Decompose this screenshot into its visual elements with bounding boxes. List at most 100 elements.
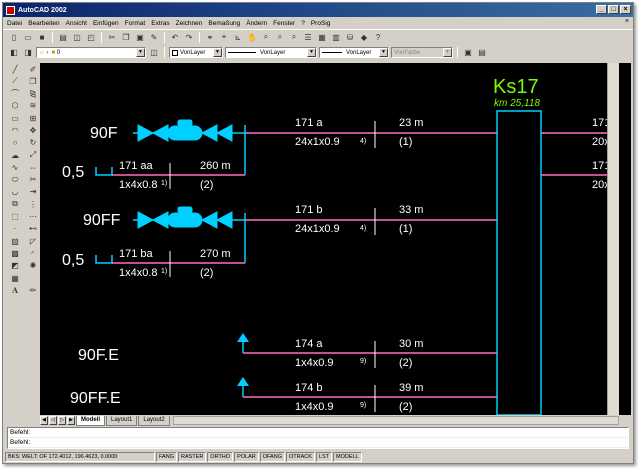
menu-help[interactable]: ? <box>301 20 305 27</box>
toggle-polar[interactable]: POLAR <box>234 452 259 462</box>
pan-icon[interactable]: ✋ <box>246 31 258 43</box>
tool-palettes-icon[interactable]: ▥ <box>330 31 342 43</box>
properties-extra-icon[interactable]: ▤ <box>476 47 488 59</box>
markup-icon[interactable]: ◆ <box>358 31 370 43</box>
gradient-icon[interactable]: ▩ <box>7 247 23 259</box>
match-properties-icon[interactable]: ✎ <box>148 31 160 43</box>
layer-select[interactable]: ☼ ◐ ■ 0 ▼ <box>36 47 146 58</box>
point-icon[interactable]: · <box>7 223 23 235</box>
scale-icon[interactable]: ⤢ <box>25 149 41 161</box>
extend-icon[interactable]: ⇥ <box>25 186 41 198</box>
join-icon[interactable]: ⊷ <box>25 223 41 235</box>
draworder-icon[interactable]: ▣ <box>462 47 474 59</box>
tab-first-button[interactable]: ◀ <box>40 416 48 425</box>
tab-next-button[interactable]: ▷ <box>58 416 66 425</box>
menu-bearbeiten[interactable]: Bearbeiten <box>28 20 59 27</box>
zoom-realtime-icon[interactable]: ⌕ <box>260 31 272 43</box>
ellipse-icon[interactable]: ⬭ <box>7 174 23 186</box>
toggle-ortho[interactable]: ORTHO <box>207 452 234 462</box>
toggle-raster[interactable]: RASTER <box>177 452 207 462</box>
zoom-window-icon[interactable]: ⌕ <box>274 31 286 43</box>
xline-icon[interactable]: ⟋ <box>7 75 23 87</box>
toggle-fang[interactable]: FANG <box>156 452 177 462</box>
zoom-previous-icon[interactable]: ⌕ <box>288 31 300 43</box>
maximize-button[interactable]: □ <box>608 5 619 14</box>
preview-icon[interactable]: ◫ <box>71 31 83 43</box>
cut-icon[interactable]: ✂ <box>106 31 118 43</box>
offset-icon[interactable]: ≋ <box>25 100 41 112</box>
mtext-icon[interactable]: A <box>7 284 23 296</box>
tab-layout1[interactable]: Layout1 <box>106 415 138 426</box>
mirror-icon[interactable]: ⧎ <box>25 88 41 100</box>
design-center-icon[interactable]: ▦ <box>316 31 328 43</box>
tab-last-button[interactable]: ▶ <box>67 416 75 425</box>
copy-icon[interactable]: ❐ <box>120 31 132 43</box>
array-icon[interactable]: ⊞ <box>25 112 41 124</box>
insert-block-icon[interactable]: ⧉ <box>7 198 23 210</box>
redo-icon[interactable]: ↷ <box>183 31 195 43</box>
paste-icon[interactable]: ▣ <box>134 31 146 43</box>
trim-icon[interactable]: ✂ <box>25 174 41 186</box>
polygon-icon[interactable]: ⬡ <box>7 100 23 112</box>
toggle-otrack[interactable]: OTRACK <box>285 452 315 462</box>
ucs-icon[interactable]: ⊾ <box>232 31 244 43</box>
make-current-layer-icon[interactable]: ◫ <box>148 47 160 59</box>
region-icon[interactable]: ◩ <box>7 260 23 272</box>
menu-aendern[interactable]: Ändern <box>246 20 267 27</box>
tab-modell[interactable]: Modell <box>76 415 105 426</box>
properties-icon[interactable]: ☰ <box>302 31 314 43</box>
tab-layout2[interactable]: Layout2 <box>138 415 170 426</box>
spline-icon[interactable]: ∿ <box>7 161 23 173</box>
rotate-icon[interactable]: ↻ <box>25 137 41 149</box>
polyline-icon[interactable]: ⌒ <box>7 88 23 100</box>
menu-einfuegen[interactable]: Einfügen <box>93 20 119 27</box>
menu-prosig[interactable]: ProSig <box>311 20 331 27</box>
open-icon[interactable]: ▭ <box>22 31 34 43</box>
menu-bemassung[interactable]: Bemaßung <box>208 20 240 27</box>
arc-icon[interactable]: ◠ <box>7 124 23 136</box>
stretch-icon[interactable]: ⇔ <box>25 161 41 173</box>
line-icon[interactable]: ╱ <box>7 63 23 75</box>
lineweight-select[interactable]: VonLayer ▼ <box>319 47 389 58</box>
save-icon[interactable]: ■ <box>36 31 48 43</box>
color-select[interactable]: VonLayer ▼ <box>169 47 223 58</box>
print-icon[interactable]: ▤ <box>57 31 69 43</box>
new-icon[interactable]: ▯ <box>8 31 20 43</box>
toggle-lst[interactable]: LST <box>315 452 332 462</box>
break-point-icon[interactable]: ⋮ <box>25 198 41 210</box>
menu-datei[interactable]: Datei <box>7 20 22 27</box>
publish-icon[interactable]: ◰ <box>85 31 97 43</box>
minimize-button[interactable]: _ <box>596 5 607 14</box>
horizontal-scrollbar[interactable] <box>172 416 619 425</box>
circle-icon[interactable]: ○ <box>7 137 23 149</box>
toggle-ofang[interactable]: OFANG <box>259 452 285 462</box>
document-close-button[interactable]: × <box>625 18 629 25</box>
layer-manager-icon[interactable]: ◧ <box>8 47 20 59</box>
chamfer-icon[interactable]: ◸ <box>25 235 41 247</box>
hyperlink-icon[interactable]: ⚭ <box>204 31 216 43</box>
help-icon[interactable]: ? <box>372 31 384 43</box>
drawing-canvas[interactable]: Ks17 km 25,118 90F 171 a 24x1x0.9 4) 23 … <box>40 63 631 415</box>
copy-object-icon[interactable]: ❐ <box>25 75 41 87</box>
rectangle-icon[interactable]: ▭ <box>7 112 23 124</box>
linetype-select[interactable]: VonLayer ▼ <box>225 47 317 58</box>
coordinates-display[interactable]: BKS: WELT: OF 172.4012, 196.4623, 0.0000 <box>5 452 155 462</box>
fillet-icon[interactable]: ◜ <box>25 247 41 259</box>
tab-prev-button[interactable]: ◁ <box>49 416 57 425</box>
pencil-icon[interactable]: ✏ <box>25 284 41 296</box>
hatch-icon[interactable]: ▨ <box>7 235 23 247</box>
snap-icon[interactable]: ⌖ <box>218 31 230 43</box>
menu-format[interactable]: Format <box>125 20 146 27</box>
explode-icon[interactable]: ✺ <box>25 260 41 272</box>
table-icon[interactable]: ▦ <box>7 272 23 284</box>
vertical-scrollbar[interactable] <box>607 63 619 415</box>
menu-ansicht[interactable]: Ansicht <box>66 20 87 27</box>
layer-state-icon[interactable]: ◨ <box>22 47 34 59</box>
command-window[interactable]: Befehl: Befehl: <box>7 427 629 449</box>
close-button[interactable]: × <box>620 5 631 14</box>
undo-icon[interactable]: ↶ <box>169 31 181 43</box>
menu-extras[interactable]: Extras <box>151 20 169 27</box>
make-block-icon[interactable]: ⬚ <box>7 211 23 223</box>
toggle-modell[interactable]: MODELL <box>333 452 362 462</box>
ellipse-arc-icon[interactable]: ◡ <box>7 186 23 198</box>
